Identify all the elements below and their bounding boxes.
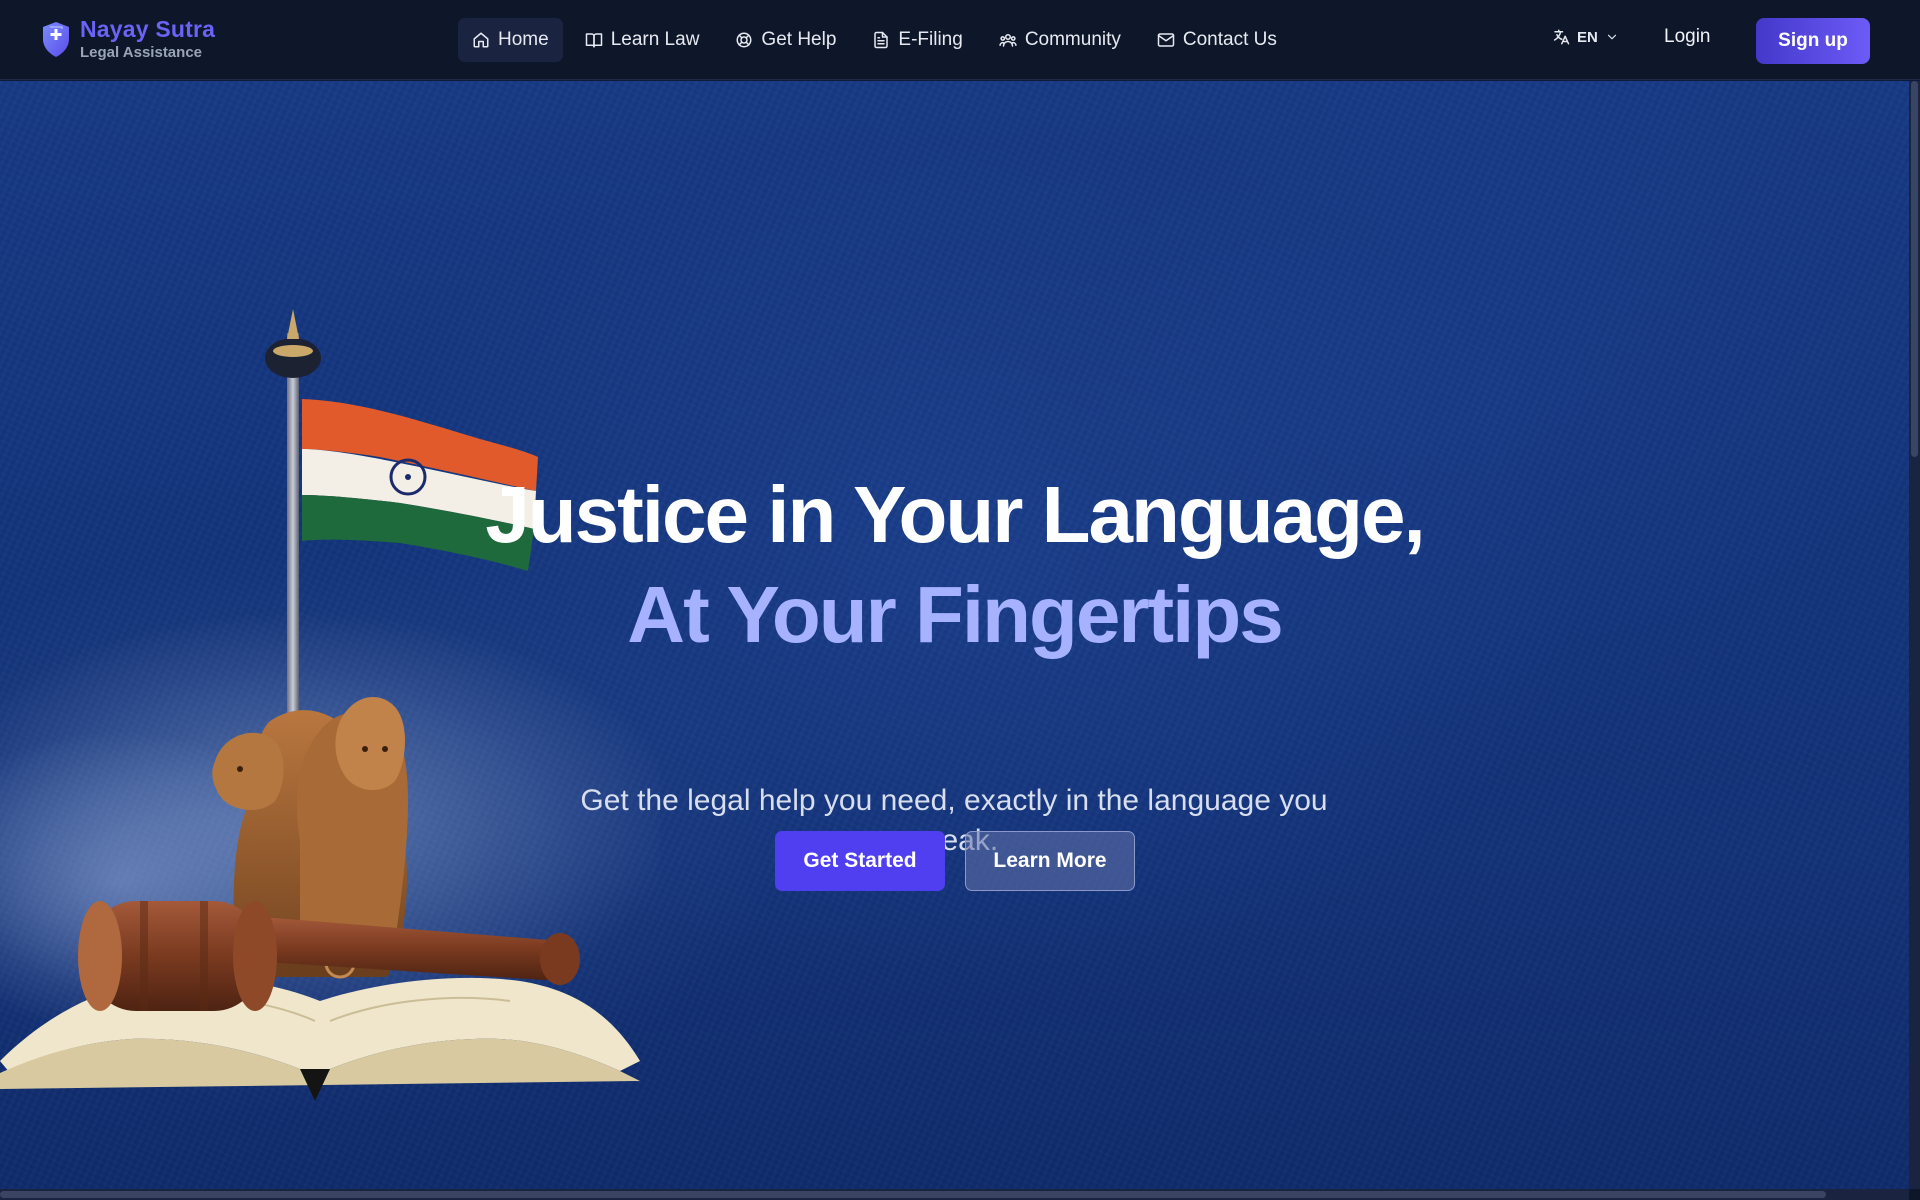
get-started-button[interactable]: Get Started <box>775 831 945 891</box>
hero-section: Justice in Your Language, At Your Finger… <box>0 81 1909 1189</box>
main-nav: Home Learn Law Get Help E-Filing Communi… <box>458 18 1299 62</box>
nav-item-label: Learn Law <box>610 29 700 50</box>
lifebuoy-icon <box>736 32 752 48</box>
scrollbar-thumb[interactable] <box>0 1191 1826 1198</box>
language-selector[interactable]: EN <box>1552 28 1619 46</box>
nav-item-contact-us[interactable]: Contact Us <box>1143 18 1291 62</box>
languages-icon <box>1553 29 1570 45</box>
shield-plus-icon <box>43 22 69 57</box>
nav-item-label: Community <box>1024 29 1121 50</box>
vertical-scrollbar[interactable] <box>1909 81 1920 1189</box>
justice-illustration <box>0 309 660 1101</box>
nav-item-label: E-Filing <box>898 29 963 50</box>
mail-icon <box>1157 33 1175 47</box>
nav-item-label: Get Help <box>761 29 837 50</box>
nav-item-label: Contact Us <box>1182 29 1277 50</box>
pole-finial <box>265 338 321 378</box>
nav-item-get-help[interactable]: Get Help <box>721 18 850 62</box>
headline-line-2: At Your Fingertips <box>627 570 1283 659</box>
nav-item-community[interactable]: Community <box>985 18 1135 62</box>
top-navbar: Nayay Sutra Legal Assistance Home Learn … <box>0 0 1920 80</box>
users-icon <box>999 34 1017 47</box>
nav-item-home[interactable]: Home <box>458 18 563 62</box>
horizontal-scrollbar[interactable] <box>0 1189 1909 1200</box>
nav-item-label: Home <box>498 29 549 50</box>
learn-more-button[interactable]: Learn More <box>965 831 1135 891</box>
hero-subtitle: Get the legal help you need, exactly in … <box>580 784 1328 857</box>
language-label: EN <box>1577 28 1598 46</box>
book-open-icon <box>585 33 602 48</box>
brand-logo-link[interactable]: Nayay Sutra Legal Assistance <box>40 18 215 60</box>
headline-line-1: Justice in Your Language, <box>485 470 1425 559</box>
nav-item-e-filing[interactable]: E-Filing <box>858 18 976 62</box>
brand-name: Nayay Sutra <box>80 16 216 42</box>
home-icon <box>473 32 489 48</box>
file-text-icon <box>874 31 889 49</box>
hero-headline: Justice in Your Language, At Your Finger… <box>0 475 1909 655</box>
signup-button[interactable]: Sign up <box>1756 18 1870 64</box>
scrollbar-corner <box>1909 1189 1920 1200</box>
brand-tagline: Legal Assistance <box>80 44 202 61</box>
login-link[interactable]: Login <box>1664 26 1711 48</box>
nav-item-learn-law[interactable]: Learn Law <box>571 18 714 62</box>
scrollbar-thumb[interactable] <box>1911 81 1918 457</box>
chevron-down-icon <box>1607 34 1616 40</box>
